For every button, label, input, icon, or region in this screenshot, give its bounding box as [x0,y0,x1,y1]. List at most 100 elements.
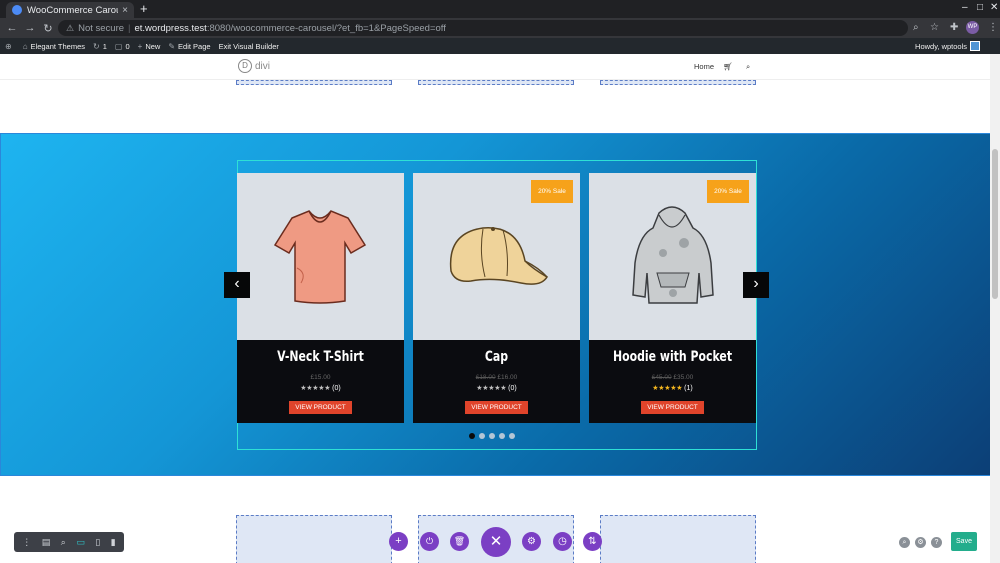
page-scrollbar[interactable] [990,54,1000,563]
minimize-icon[interactable]: – [962,2,968,13]
back-icon[interactable]: ← [3,22,21,34]
admin-edit-page[interactable]: ✎ Edit Page [168,42,210,51]
admin-updates[interactable]: ↻ 1 [93,42,107,51]
carousel-dot[interactable] [489,433,495,439]
carousel-dot[interactable] [499,433,505,439]
product-card-vneck[interactable]: V-Neck T-Shirt £15.00 ★★★★★ (0) VIEW PRO… [237,173,404,423]
builder-search-icon[interactable]: ⌕ [899,537,910,548]
bookmark-star-icon[interactable]: ☆ [930,22,939,33]
product-price: £15.00 [310,374,331,381]
sale-badge: 20% Sale [707,180,749,203]
phone-view-icon[interactable]: ▮ [111,537,116,548]
carousel-pagination [469,433,519,439]
tab-close-icon[interactable]: × [122,5,128,16]
maximize-icon[interactable]: □ [977,2,983,13]
module-placeholder[interactable] [236,80,392,85]
builder-menu-icon[interactable]: ⋮ [22,537,31,548]
sale-badge: 20% Sale [531,180,573,203]
extensions-icon[interactable]: ✚ [950,22,958,33]
close-settings-icon[interactable]: ✕ [481,527,511,557]
admin-user-menu[interactable]: Howdy, wptools [915,41,980,51]
zoom-view-icon[interactable]: ⌕ [61,537,66,548]
module-placeholder[interactable] [418,80,574,85]
product-rating: ★★★★★ (1) [652,385,693,392]
portability-icon[interactable]: ⇅ [583,532,602,551]
history-icon[interactable]: ◷ [553,532,572,551]
updates-icon: ↻ [93,41,100,51]
builder-view-toolbar: ⋮ ▤ ⌕ ▭ ▯ ▮ [14,532,124,552]
home-icon: ⌂ [22,41,28,51]
module-placeholder[interactable] [236,515,392,563]
product-card-hoodie[interactable]: 20% Sale Hoodie with Pocket £45.00 £35.0… [589,173,756,423]
product-name[interactable]: Cap [431,349,561,365]
gear-icon[interactable]: ⚙ [522,532,541,551]
admin-site-name[interactable]: ⌂ Elegant Themes [23,42,85,51]
carousel-dot[interactable] [479,433,485,439]
product-rating: ★★★★★ (0) [300,385,341,392]
new-tab-button[interactable]: + [140,1,148,16]
url-host: et.wordpress.test [134,22,207,34]
product-image-hoodie[interactable]: 20% Sale [589,173,756,340]
product-price: £45.00 £35.00 [651,374,694,381]
module-placeholder[interactable] [600,515,756,563]
wireframe-view-icon[interactable]: ▤ [42,537,51,548]
scrollbar-thumb[interactable] [992,149,998,299]
wp-logo-icon[interactable]: ⊕ [5,42,15,51]
tab-favicon-icon [12,5,22,15]
carousel-dot[interactable] [469,433,475,439]
module-placeholder[interactable] [600,80,756,85]
star-rating-icon: ★★★★★ [652,385,683,392]
admin-comments[interactable]: ▢ 0 [115,42,130,51]
browser-menu-icon[interactable]: ⋮ [988,22,998,33]
admin-new[interactable]: + New [138,42,161,51]
carousel-prev-arrow-icon[interactable]: ‹ [224,272,250,298]
reload-icon[interactable]: ↻ [39,22,57,35]
site-header: D divi Home 🛒︎ ⌕ [0,54,1000,80]
cart-icon[interactable]: 🛒︎ [723,62,733,71]
desktop-view-icon[interactable]: ▭ [76,537,85,548]
user-avatar [970,41,980,51]
browser-tabstrip: WooCommerce Carousel × + – □ ✕ [0,0,1000,18]
tab-title: WooCommerce Carousel [27,4,118,16]
address-bar[interactable]: ⚠ Not secure | et.wordpress.test:8080/wo… [58,20,908,36]
add-section-icon[interactable]: + [389,532,408,551]
admin-exit-visual-builder[interactable]: Exit Visual Builder [219,42,279,51]
product-price: £18.00 £16.00 [475,374,518,381]
view-product-button[interactable]: VIEW PRODUCT [641,401,704,414]
not-secure-label: Not secure [78,22,125,34]
pencil-icon: ✎ [168,41,176,51]
site-logo[interactable]: D divi [238,59,270,73]
plus-icon: + [137,41,143,51]
view-product-button[interactable]: VIEW PRODUCT [289,401,352,414]
save-button[interactable]: Save [951,532,977,551]
window-close-icon[interactable]: ✕ [990,2,998,13]
profile-avatar[interactable]: WP [966,21,979,34]
comment-icon: ▢ [114,41,123,51]
menu-home-link[interactable]: Home [694,62,714,71]
star-rating-icon: ★★★★★ [300,385,331,392]
product-card-cap[interactable]: 20% Sale Cap £18.00 £16.00 ★★★★★ (0) VIE… [413,173,580,423]
not-secure-icon[interactable]: ⚠ [66,23,74,34]
builder-settings-icon[interactable]: ⚙ [915,537,926,548]
zoom-icon[interactable]: ⌕ [913,22,919,33]
browser-tab[interactable]: WooCommerce Carousel × [6,2,134,18]
carousel-dot[interactable] [509,433,515,439]
product-image-tshirt[interactable] [237,173,404,340]
trash-icon[interactable]: 🗑︎ [450,532,469,551]
search-icon[interactable]: ⌕ [746,62,750,72]
product-name[interactable]: V-Neck T-Shirt [255,349,385,365]
view-product-button[interactable]: VIEW PRODUCT [465,401,528,414]
product-name[interactable]: Hoodie with Pocket [607,349,737,365]
tablet-view-icon[interactable]: ▯ [95,537,100,548]
forward-icon[interactable]: → [21,22,39,34]
carousel-next-arrow-icon[interactable]: › [743,272,769,298]
star-rating-icon: ★★★★★ [476,385,507,392]
browser-toolbar: ← → ↻ ⚠ Not secure | et.wordpress.test:8… [0,18,1000,38]
product-rating: ★★★★★ (0) [476,385,517,392]
power-icon[interactable]: ⏻ [420,532,439,551]
wp-admin-bar: ⊕ ⌂ Elegant Themes ↻ 1 ▢ 0 + New ✎ Edit Page … [0,38,1000,54]
carousel-section[interactable]: V-Neck T-Shirt £15.00 ★★★★★ (0) VIEW PRO… [0,133,1000,476]
help-icon[interactable]: ? [931,537,942,548]
product-image-cap[interactable]: 20% Sale [413,173,580,340]
url-path: :8080/woocommerce-carousel/?et_fb=1&Page… [206,22,446,34]
